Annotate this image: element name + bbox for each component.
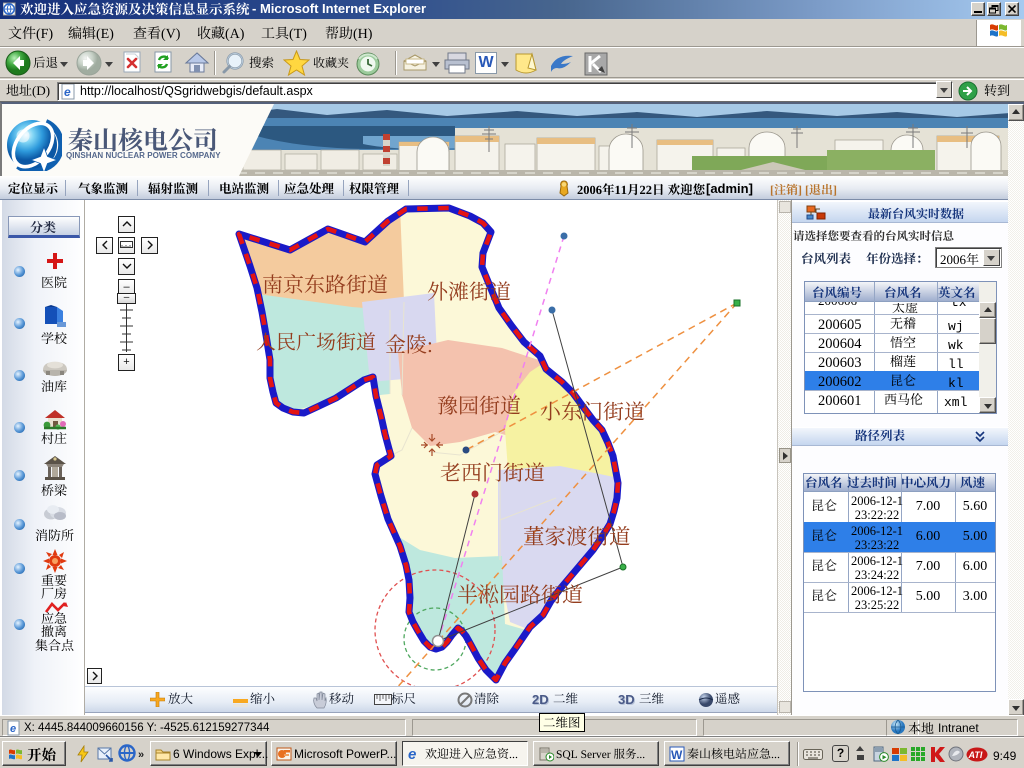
svg-text:e: e <box>10 723 16 735</box>
svg-text:ATI: ATI <box>968 750 983 760</box>
svg-text:e: e <box>64 85 71 99</box>
svg-text:W: W <box>671 748 683 762</box>
svg-text:e: e <box>408 746 416 762</box>
